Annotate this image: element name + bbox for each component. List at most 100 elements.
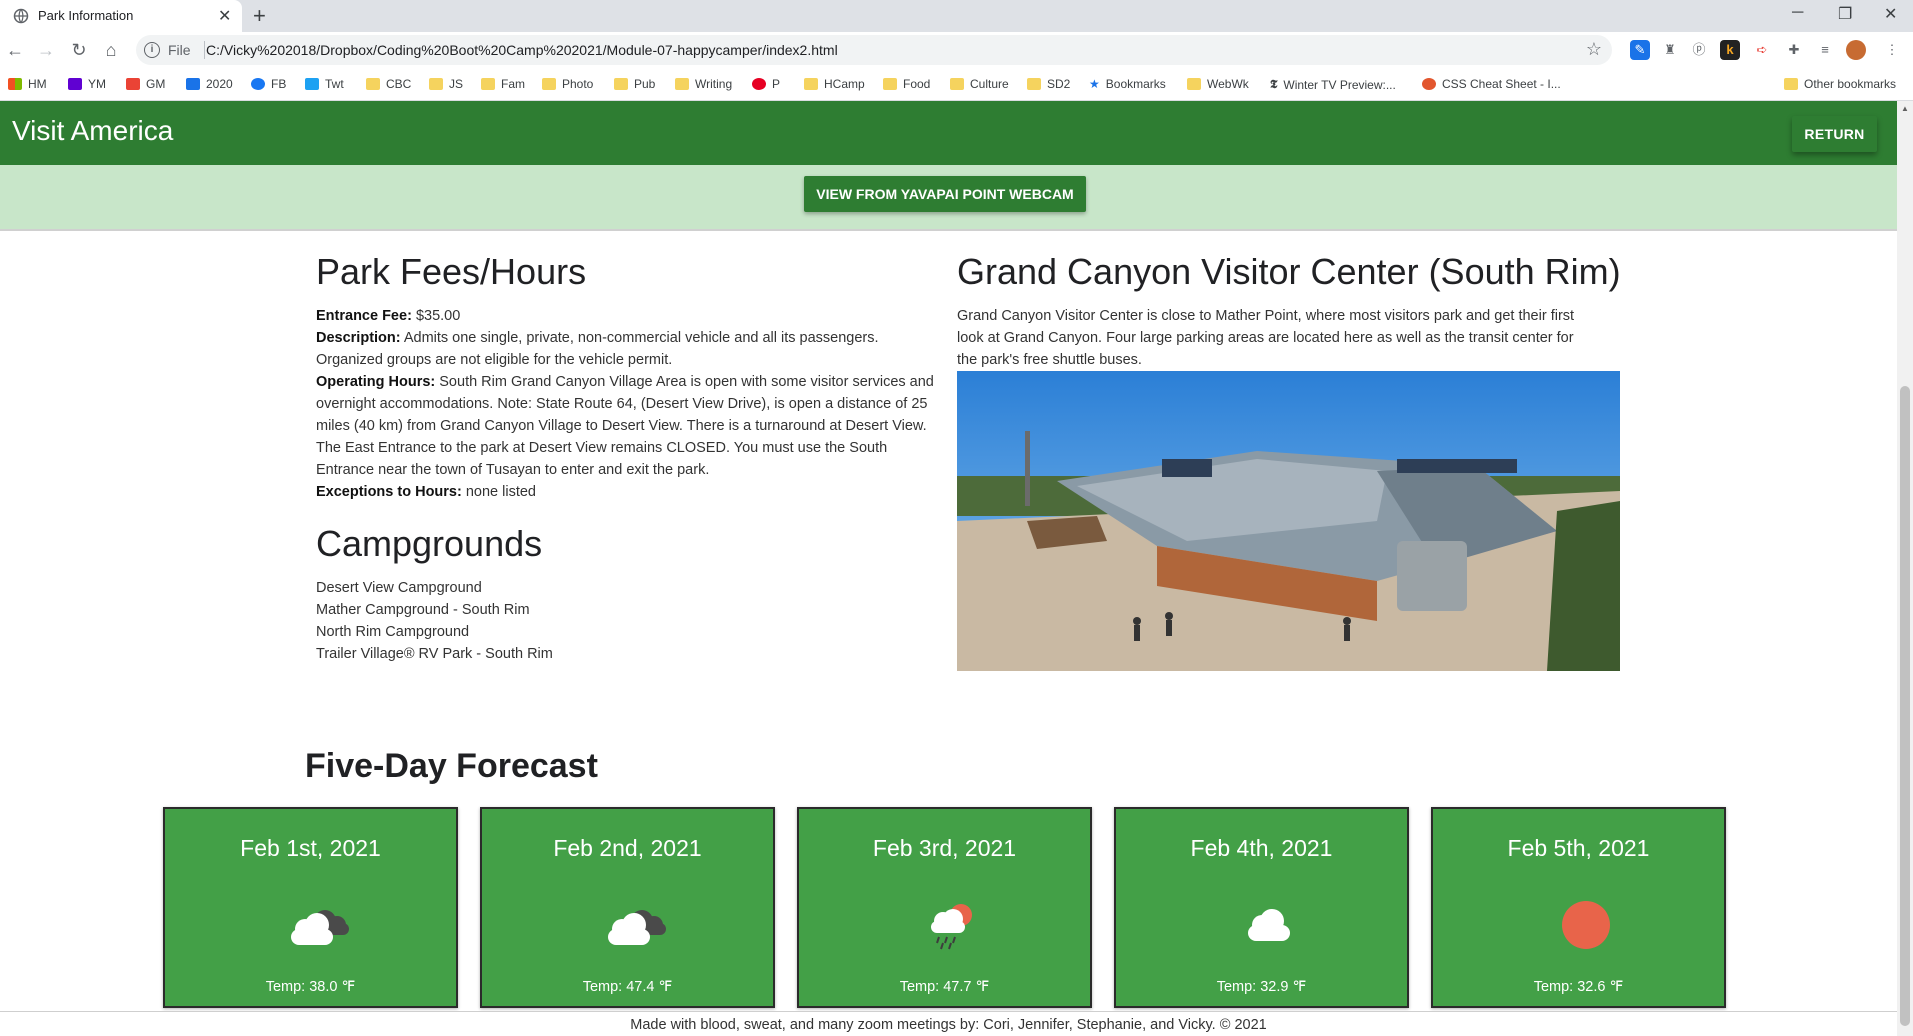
forecast-card: Feb 3rd, 2021 Temp: 47.7 ℉ (797, 807, 1092, 1008)
close-window-icon[interactable]: ✕ (1884, 4, 1897, 24)
bookmarks-bar: HM YM GM 2020 FB Twt CBC JS Fam Photo Pu… (0, 69, 1913, 101)
forecast-card: Feb 2nd, 2021 Temp: 47.4 ℉ (480, 807, 775, 1008)
folder-icon (542, 78, 556, 90)
bookmark-culture[interactable]: Culture (950, 77, 1009, 91)
facebook-icon (251, 78, 265, 90)
scroll-up-icon[interactable]: ▲ (1901, 104, 1909, 113)
bookmark-2020[interactable]: 2020 (186, 77, 233, 91)
pinterest-icon (752, 78, 766, 90)
extensions-puzzle-icon[interactable]: ✚ (1784, 40, 1804, 60)
bookmark-js[interactable]: JS (429, 77, 463, 91)
exceptions-to-hours: Exceptions to Hours: none listed (316, 484, 536, 500)
forecast-temp: Temp: 32.9 ℉ (1216, 979, 1307, 995)
bookmark-fb[interactable]: FB (251, 77, 286, 91)
campground-item: Mather Campground - South Rim (316, 602, 530, 618)
new-tab-button[interactable]: + (253, 3, 266, 29)
forecast-heading: Five-Day Forecast (305, 747, 598, 785)
site-brand[interactable]: Visit America (12, 115, 173, 147)
extension-2-icon[interactable]: ♜ (1660, 40, 1680, 60)
profile-avatar[interactable] (1846, 40, 1866, 60)
bookmark-hcamp[interactable]: HCamp (804, 77, 865, 91)
visitor-center-description: Grand Canyon Visitor Center is close to … (957, 308, 1575, 368)
css-icon (1422, 78, 1436, 90)
bookmark-fam[interactable]: Fam (481, 77, 525, 91)
back-icon[interactable]: ← (5, 40, 25, 60)
folder-icon (1027, 78, 1041, 90)
folder-icon (950, 78, 964, 90)
bookmark-ym[interactable]: YM (68, 77, 106, 91)
campground-item: Desert View Campground (316, 580, 482, 596)
bookmark-star-icon[interactable]: ☆ (1586, 39, 1602, 60)
restore-icon[interactable]: ❐ (1838, 4, 1852, 24)
page-scrollbar[interactable]: ▲ (1897, 101, 1913, 1036)
bookmark-writing[interactable]: Writing (675, 77, 732, 91)
broken-clouds-icon (291, 910, 349, 945)
scrollbar-thumb[interactable] (1900, 386, 1910, 1026)
twitter-icon (305, 78, 319, 90)
return-button[interactable]: RETURN (1792, 116, 1877, 152)
visitor-center-photo (957, 371, 1620, 671)
close-tab-icon[interactable]: ✕ (218, 6, 231, 26)
minimize-icon[interactable]: ─ (1792, 4, 1803, 22)
campgrounds-heading: Campgrounds (316, 523, 543, 564)
k-extension-icon[interactable]: k (1720, 40, 1740, 60)
tab-title: Park Information (38, 8, 134, 23)
bookmark-css-cheat-sheet[interactable]: CSS Cheat Sheet - I... (1422, 77, 1561, 91)
url-divider (204, 41, 205, 59)
rain-sun-icon (931, 904, 972, 950)
url-scheme: File (168, 42, 191, 58)
bookmark-pub[interactable]: Pub (614, 77, 655, 91)
cloud-icon (1248, 909, 1290, 941)
home-icon[interactable]: ⌂ (101, 40, 121, 60)
extension-1-icon[interactable]: ✎ (1630, 40, 1650, 60)
forecast-temp: Temp: 47.4 ℉ (582, 979, 673, 995)
page-viewport: Visit America RETURN VIEW FROM YAVAPAI P… (0, 101, 1897, 1036)
forecast-date: Feb 3rd, 2021 (872, 835, 1017, 861)
campground-item: Trailer Village® RV Park - South Rim (316, 646, 553, 662)
reload-icon[interactable]: ↻ (69, 40, 89, 60)
address-bar[interactable]: i File C:/Vicky%202018/Dropbox/Coding%20… (136, 35, 1612, 65)
bookmark-twt[interactable]: Twt (305, 77, 344, 91)
calendar-icon (186, 78, 200, 90)
site-navbar: Visit America RETURN (0, 101, 1897, 165)
folder-icon (804, 78, 818, 90)
reading-list-icon[interactable]: ≡ (1815, 40, 1835, 60)
pinterest-extension-icon[interactable]: ⓟ (1689, 40, 1709, 60)
folder-icon (481, 78, 495, 90)
bookmark-cbc[interactable]: CBC (366, 77, 411, 91)
forecast-temp: Temp: 32.6 ℉ (1533, 979, 1624, 995)
nyt-icon: 𝕿 (1270, 77, 1278, 91)
menu-icon[interactable]: ⋮ (1882, 40, 1902, 60)
bookmark-gm[interactable]: GM (126, 77, 165, 91)
forecast-date: Feb 2nd, 2021 (553, 835, 702, 861)
bookmark-photo[interactable]: Photo (542, 77, 593, 91)
footer-credits: Made with blood, sweat, and many zoom me… (630, 1017, 1267, 1033)
forecast-card: Feb 4th, 2021 Temp: 32.9 ℉ (1114, 807, 1409, 1008)
forward-icon[interactable]: → (36, 40, 56, 60)
folder-icon (429, 78, 443, 90)
bookmark-bookmarks[interactable]: ★ Bookmarks (1089, 77, 1166, 91)
bookmark-p[interactable]: P (752, 77, 780, 91)
webcam-button[interactable]: VIEW FROM YAVAPAI POINT WEBCAM (804, 176, 1086, 212)
forecast-temp: Temp: 38.0 ℉ (265, 979, 356, 995)
bookmark-hm[interactable]: HM (8, 77, 47, 91)
bookmark-winter-tv[interactable]: 𝕿 Winter TV Preview:... (1270, 77, 1396, 92)
folder-icon (614, 78, 628, 90)
bookmark-food[interactable]: Food (883, 77, 930, 91)
info-icon[interactable]: i (144, 42, 160, 58)
other-bookmarks[interactable]: Other bookmarks (1784, 77, 1896, 91)
bookmark-webwk[interactable]: WebWk (1187, 77, 1249, 91)
forecast-date: Feb 1st, 2021 (240, 835, 381, 861)
url-text[interactable]: C:/Vicky%202018/Dropbox/Coding%20Boot%20… (206, 42, 838, 58)
fees-heading: Park Fees/Hours (316, 251, 587, 292)
browser-tab[interactable]: Park Information ✕ (0, 0, 242, 32)
broken-clouds-icon (608, 910, 666, 945)
bookmark-sd2[interactable]: SD2 (1027, 77, 1070, 91)
fees-details: Entrance Fee: $35.00 Description: Admits… (316, 305, 936, 503)
cast-extension-icon[interactable]: ➪ (1752, 40, 1772, 60)
entrance-fee: Entrance Fee: $35.00 (316, 308, 461, 324)
microsoft-icon (8, 78, 22, 90)
campground-list: Desert View Campground Mather Campground… (316, 577, 716, 665)
browser-tab-strip: Park Information ✕ + ─ ❐ ✕ (0, 0, 1913, 32)
page-footer: Made with blood, sweat, and many zoom me… (0, 1011, 1897, 1036)
